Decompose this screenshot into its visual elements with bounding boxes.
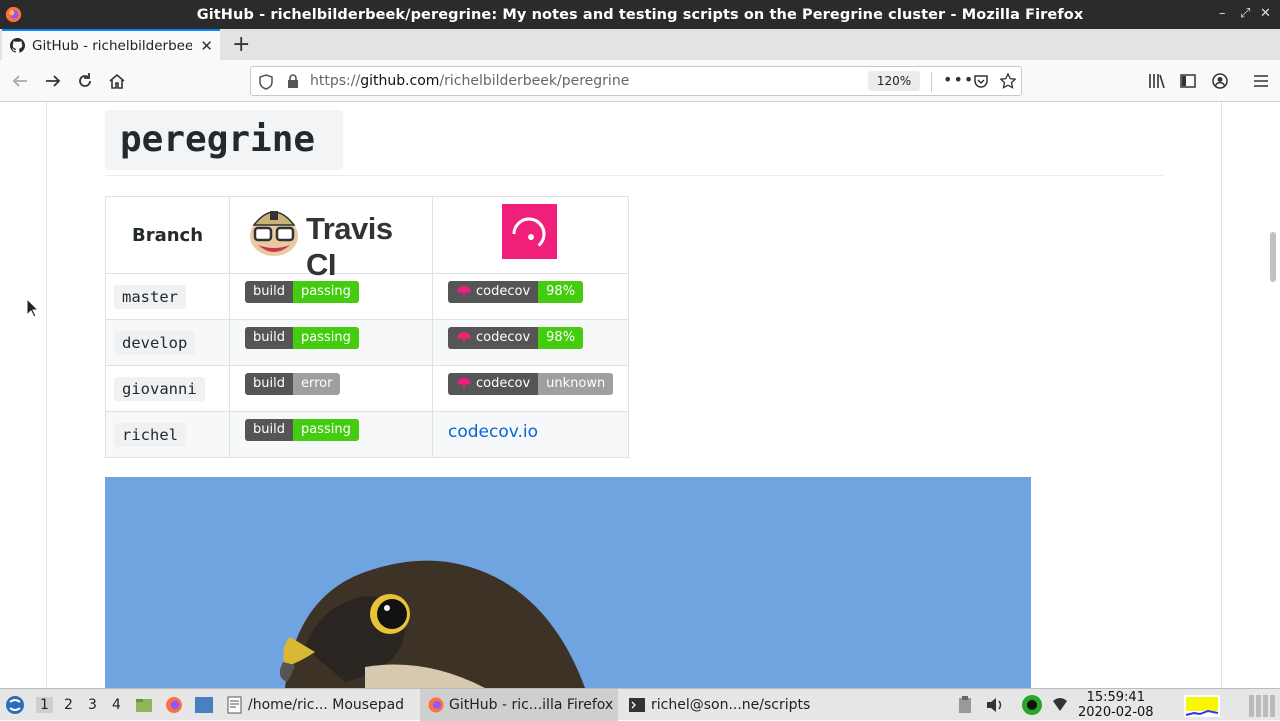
sidebar-icon[interactable] (1180, 73, 1196, 89)
volume-icon[interactable] (986, 697, 1004, 713)
table-row: richel build passing codecov.io (105, 411, 629, 458)
branch-name: giovanni (114, 377, 205, 401)
page-content: peregrine Branch master build passing cod… (0, 102, 1280, 688)
branch-name: develop (114, 331, 196, 355)
mouse-cursor-icon (26, 298, 38, 318)
codecov-badge[interactable]: codecov unknown (448, 372, 614, 395)
desktop-icon[interactable] (194, 696, 214, 714)
back-arrow-icon (12, 75, 27, 87)
restore-icon[interactable]: ⤢ (1240, 6, 1250, 21)
branch-name: richel (114, 423, 186, 447)
workspace-2[interactable]: 2 (64, 697, 73, 713)
taskbar-clock[interactable]: 15:59:41 2020-02-08 (1078, 690, 1154, 720)
readme-heading: peregrine (105, 110, 343, 170)
lock-icon[interactable] (287, 74, 299, 89)
build-status-badge[interactable]: build passing (245, 326, 359, 349)
shield-icon[interactable] (259, 74, 273, 90)
hamburger-menu-icon[interactable] (1253, 74, 1269, 88)
scrollbar-thumb[interactable] (1270, 232, 1276, 282)
build-status-badge[interactable]: build passing (245, 418, 359, 441)
bookmark-star-icon[interactable] (1000, 73, 1016, 89)
workspace-1[interactable]: 1 (36, 697, 53, 713)
file-manager-icon[interactable] (135, 697, 153, 713)
github-icon (10, 38, 25, 53)
branch-name: master (114, 285, 186, 309)
forward-button[interactable] (42, 70, 64, 92)
tab-strip: GitHub - richelbilderbeek/peregrine ✕ + (0, 29, 1280, 60)
workspace-4[interactable]: 4 (112, 697, 121, 713)
wifi-icon[interactable] (1052, 697, 1068, 713)
firefox-icon (5, 6, 22, 23)
codecov-umbrella-icon (457, 285, 471, 297)
travis-mascot-icon (250, 211, 298, 256)
codecov-umbrella-logo-icon (512, 217, 546, 247)
back-button[interactable] (9, 70, 31, 92)
travis-ci-logo-text: Travis CI (306, 211, 393, 282)
start-menu-icon[interactable] (5, 695, 25, 715)
table-row: develop build passing codecov 98% (105, 319, 629, 366)
codecov-link[interactable]: codecov.io (448, 422, 538, 442)
pocket-icon[interactable] (973, 73, 989, 89)
build-status-badge[interactable]: build passing (245, 280, 359, 303)
travis-ci-logo[interactable]: Travis CI (246, 203, 418, 282)
column-header-branch: Branch (105, 196, 230, 274)
tab-label: GitHub - richelbilderbeek/peregrine (32, 37, 192, 54)
account-icon[interactable] (1212, 73, 1228, 89)
forward-arrow-icon (46, 75, 61, 87)
firefox-taskbar-icon (428, 697, 444, 713)
page-actions-icon[interactable]: ••• (943, 70, 974, 89)
clock-date: 2020-02-08 (1078, 705, 1154, 720)
build-status-badge[interactable]: build error (245, 372, 341, 395)
taskbar-app-firefox[interactable]: GitHub - ric...illa Firefox (420, 689, 618, 721)
home-icon (109, 73, 125, 89)
codecov-badge[interactable]: codecov 98% (448, 280, 584, 303)
url-bar[interactable]: https://github.com/richelbilderbeek/pere… (250, 66, 1022, 96)
taskbar: 1 2 3 4 /home/ric... Mousepad GitHub - r… (0, 688, 1280, 721)
nav-toolbar: https://github.com/richelbilderbeek/pere… (0, 60, 1280, 102)
taskbar-app-terminal[interactable]: richel@son...ne/scripts (628, 689, 818, 721)
workspace-3[interactable]: 3 (88, 697, 97, 713)
new-tab-icon[interactable]: + (232, 32, 250, 57)
window-titlebar: GitHub - richelbilderbeek/peregrine: My … (0, 0, 1280, 29)
library-icon[interactable] (1148, 73, 1166, 89)
codecov-umbrella-icon (457, 377, 471, 389)
clipboard-icon[interactable] (958, 696, 972, 714)
close-tab-icon[interactable]: ✕ (200, 37, 213, 55)
tab-github[interactable]: GitHub - richelbilderbeek/peregrine ✕ (2, 29, 220, 60)
system-monitor-icon[interactable] (1248, 693, 1278, 719)
reload-icon (79, 73, 91, 87)
taskbar-app-mousepad[interactable]: /home/ric... Mousepad (226, 689, 416, 721)
peregrine-falcon-image (105, 477, 1031, 688)
home-button[interactable] (106, 70, 128, 92)
table-row: giovanni build error codecov unknown (105, 365, 629, 412)
reload-button[interactable] (74, 70, 96, 92)
url-text[interactable]: https://github.com/richelbilderbeek/pere… (310, 73, 629, 89)
status-indicator-icon[interactable] (1021, 694, 1043, 716)
window-title: GitHub - richelbilderbeek/peregrine: My … (196, 6, 1084, 23)
terminal-icon (629, 698, 645, 712)
mousepad-icon (227, 696, 242, 714)
codecov-umbrella-icon (457, 331, 471, 343)
clock-time: 15:59:41 (1086, 690, 1145, 705)
close-window-icon[interactable]: ✕ (1260, 6, 1271, 21)
codecov-logo[interactable] (502, 204, 557, 259)
codecov-badge[interactable]: codecov 98% (448, 326, 584, 349)
cpu-graph-icon[interactable] (1184, 693, 1220, 719)
zoom-level[interactable]: 120% (868, 71, 920, 91)
firefox-launcher-icon[interactable] (164, 695, 184, 715)
minimize-icon[interactable]: – (1219, 6, 1226, 21)
